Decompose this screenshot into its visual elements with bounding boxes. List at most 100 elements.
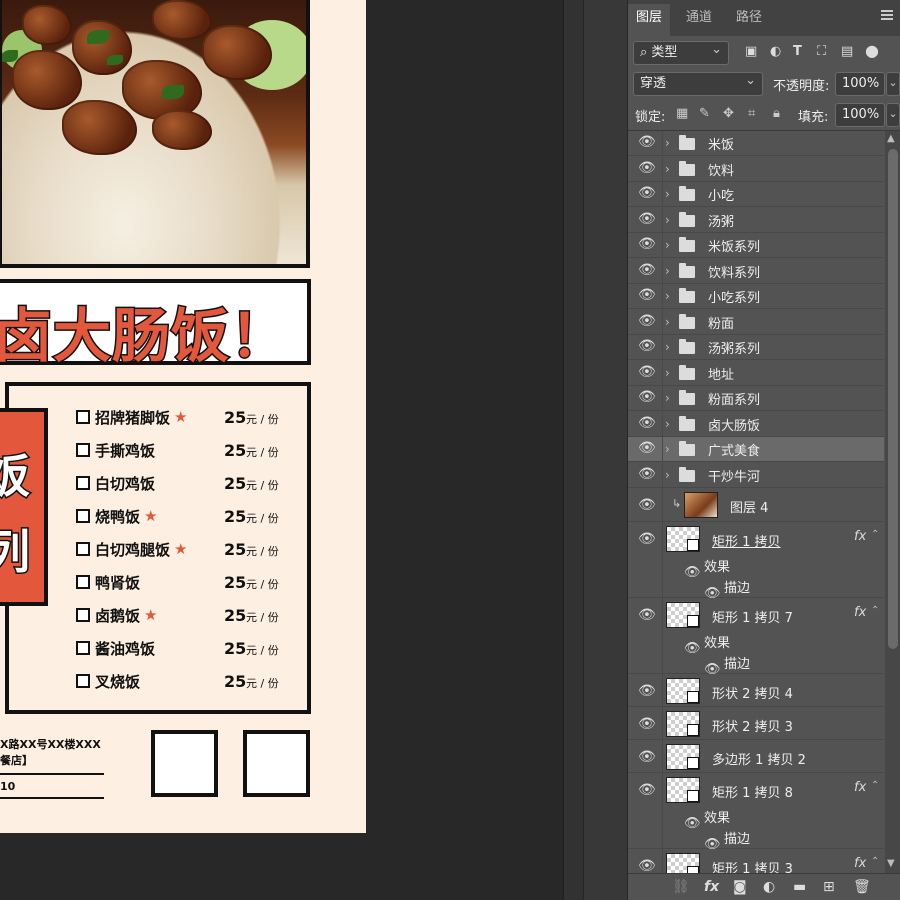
effects-row[interactable]: 👁︎ 效果 xyxy=(628,556,884,580)
visibility-eye-icon[interactable]: 👁︎ xyxy=(638,466,656,482)
visibility-eye-icon[interactable]: 👁︎ xyxy=(638,287,656,303)
layer-group-row[interactable]: 👁︎ › 卤大肠饭 xyxy=(628,411,884,437)
chevron-right-icon[interactable]: › xyxy=(665,238,670,252)
chevron-right-icon[interactable]: › xyxy=(665,391,670,405)
layer-group-row[interactable]: 👁︎ › 粉面 xyxy=(628,309,884,335)
chevron-right-icon[interactable]: › xyxy=(665,366,670,380)
tab-paths[interactable]: 路径 xyxy=(728,4,770,36)
panel-menu-icon[interactable] xyxy=(881,10,893,20)
layer-group-row[interactable]: 👁︎ › 干炒牛河 xyxy=(628,462,884,488)
layer-group-row[interactable]: 👁︎ › 广式美食 xyxy=(628,437,884,462)
layer-group-row[interactable]: 👁︎ › 小吃系列 xyxy=(628,284,884,309)
new-layer-icon[interactable]: ⊞ xyxy=(823,879,835,895)
visibility-eye-icon[interactable]: 👁︎ xyxy=(638,716,656,732)
layer-row[interactable]: 👁︎ 矩形 1 拷贝 3 fx ⌃ xyxy=(628,849,884,873)
layer-group-row[interactable]: 👁︎ › 米饭系列 xyxy=(628,233,884,258)
fx-icon[interactable]: fx xyxy=(854,605,866,620)
layer-row[interactable]: 👁︎ 矩形 1 拷贝 fx ⌃ 👁︎ 效果 👁︎ 描边 xyxy=(628,522,884,601)
opacity-dropdown-icon[interactable]: ⌄ xyxy=(886,72,900,96)
collapse-effects-icon[interactable]: ⌃ xyxy=(871,605,879,616)
link-layers-icon[interactable]: ⛓ xyxy=(672,879,690,895)
filter-kind-select[interactable]: ⌕ 类型 xyxy=(633,39,729,65)
chevron-right-icon[interactable]: › xyxy=(665,468,670,482)
chevron-right-icon[interactable]: › xyxy=(665,340,670,354)
lock-transparent-icon[interactable]: ▦ xyxy=(676,106,688,121)
layer-row[interactable]: 👁︎ 形状 2 拷贝 4 xyxy=(628,674,884,707)
collapse-effects-icon[interactable]: ⌃ xyxy=(871,856,879,867)
visibility-eye-icon[interactable]: 👁︎ xyxy=(638,858,656,873)
lock-all-icon[interactable]: 🔒︎ xyxy=(773,106,780,121)
layer-group-row[interactable]: 👁︎ › 汤粥 xyxy=(628,207,884,233)
visibility-eye-icon[interactable]: 👁︎ xyxy=(638,497,656,513)
layers-list[interactable]: 👁︎ › 米饭 👁︎ › 饮料 👁︎ › 小吃 👁︎ › 汤粥 👁︎ › 米饭系列 👁︎ › 饮料系列 👁︎ › 小吃系… xyxy=(628,131,884,873)
layer-row[interactable]: 👁︎ 形状 2 拷贝 3 xyxy=(628,707,884,740)
visibility-eye-icon[interactable]: 👁︎ xyxy=(638,185,656,201)
layer-group-row[interactable]: 👁︎ › 汤粥系列 xyxy=(628,335,884,360)
visibility-eye-icon[interactable]: 👁︎ xyxy=(638,683,656,699)
fill-dropdown-icon[interactable]: ⌄ xyxy=(886,103,900,127)
layer-group-row[interactable]: 👁︎ › 粉面系列 xyxy=(628,386,884,411)
scroll-up-icon[interactable]: ▲ xyxy=(887,133,895,144)
visibility-eye-icon[interactable]: 👁︎ xyxy=(638,338,656,354)
document-canvas[interactable]: 卤大肠饭！ 饭 列 招牌猪脚饭 ★ 25 元 / 份手撕鸡饭 25 元 / 份白切鸡饭 25… xyxy=(0,0,366,833)
chevron-right-icon[interactable]: › xyxy=(665,162,670,176)
visibility-eye-icon[interactable]: 👁︎ xyxy=(638,440,656,456)
effects-row[interactable]: 👁︎ 效果 xyxy=(628,807,884,831)
tab-layers[interactable]: 图层 xyxy=(628,4,671,36)
chevron-right-icon[interactable]: › xyxy=(665,264,670,278)
layer-row[interactable]: 👁︎ 矩形 1 拷贝 7 fx ⌃ 👁︎ 效果 👁︎ 描边 xyxy=(628,598,884,677)
chevron-right-icon[interactable]: › xyxy=(665,136,670,150)
canvas-area[interactable]: 卤大肠饭！ 饭 列 招牌猪脚饭 ★ 25 元 / 份手撕鸡饭 25 元 / 份白切鸡饭 25… xyxy=(0,0,563,900)
delete-layer-icon[interactable]: 🗑︎ xyxy=(853,879,871,895)
type-filter-icon[interactable]: T xyxy=(793,44,802,59)
chevron-right-icon[interactable]: › xyxy=(665,187,670,201)
shape-filter-icon[interactable]: ⛶ xyxy=(817,44,826,59)
effect-stroke-row[interactable]: 👁︎ 描边 xyxy=(628,577,884,601)
add-style-icon[interactable]: fx xyxy=(704,879,719,895)
collapse-effects-icon[interactable]: ⌃ xyxy=(871,529,879,540)
opacity-input[interactable]: 100% xyxy=(835,72,885,96)
image-filter-icon[interactable]: ▣ xyxy=(745,44,757,59)
visibility-eye-icon[interactable]: 👁︎ xyxy=(638,749,656,765)
new-group-icon[interactable]: ▬ xyxy=(793,879,806,895)
visibility-eye-icon[interactable]: 👁︎ xyxy=(638,134,656,150)
lock-move-icon[interactable]: ✥ xyxy=(723,106,734,121)
tab-channels[interactable]: 通道 xyxy=(678,4,720,36)
layer-row[interactable]: 👁︎ 多边形 1 拷贝 2 xyxy=(628,740,884,773)
visibility-eye-icon[interactable]: 👁︎ xyxy=(638,364,656,380)
visibility-eye-icon[interactable]: 👁︎ xyxy=(638,262,656,278)
effects-row[interactable]: 👁︎ 效果 xyxy=(628,632,884,656)
fx-icon[interactable]: fx xyxy=(854,856,866,871)
visibility-eye-icon[interactable]: 👁︎ xyxy=(638,531,656,547)
smart-object-filter-icon[interactable]: ▤ xyxy=(841,44,853,59)
blend-mode-select[interactable]: 穿透 xyxy=(633,70,763,96)
layer-group-row[interactable]: 👁︎ › 饮料 xyxy=(628,156,884,182)
layer-group-row[interactable]: 👁︎ › 地址 xyxy=(628,360,884,386)
layers-scrollbar[interactable]: ▲ ▼ xyxy=(885,131,900,873)
adjustment-filter-icon[interactable]: ◐ xyxy=(770,44,781,59)
chevron-right-icon[interactable]: › xyxy=(665,442,670,456)
visibility-eye-icon[interactable]: 👁︎ xyxy=(638,607,656,623)
visibility-eye-icon[interactable]: 👁︎ xyxy=(638,782,656,798)
effect-stroke-row[interactable]: 👁︎ 描边 xyxy=(628,653,884,677)
visibility-eye-icon[interactable]: 👁︎ xyxy=(638,160,656,176)
filter-toggle-icon[interactable]: ● xyxy=(865,41,879,60)
visibility-eye-icon[interactable]: 👁︎ xyxy=(638,236,656,252)
layer-row-image[interactable]: 👁︎ ↳ 图层 4 xyxy=(628,488,884,522)
scroll-down-icon[interactable]: ▼ xyxy=(887,858,895,869)
visibility-eye-icon[interactable]: 👁︎ xyxy=(638,415,656,431)
fx-icon[interactable]: fx xyxy=(854,780,866,795)
fill-input[interactable]: 100% xyxy=(835,103,885,127)
chevron-right-icon[interactable]: › xyxy=(665,289,670,303)
effect-stroke-row[interactable]: 👁︎ 描边 xyxy=(628,828,884,852)
fx-icon[interactable]: fx xyxy=(854,529,866,544)
collapse-effects-icon[interactable]: ⌃ xyxy=(871,780,879,791)
layer-group-row[interactable]: 👁︎ › 小吃 xyxy=(628,182,884,207)
scroll-thumb[interactable] xyxy=(888,149,898,649)
chevron-right-icon[interactable]: › xyxy=(665,315,670,329)
chevron-right-icon[interactable]: › xyxy=(665,213,670,227)
visibility-eye-icon[interactable]: 👁︎ xyxy=(638,211,656,227)
lock-artboard-icon[interactable]: ⌗ xyxy=(748,106,755,121)
layer-group-row[interactable]: 👁︎ › 饮料系列 xyxy=(628,258,884,284)
visibility-eye-icon[interactable]: 👁︎ xyxy=(638,389,656,405)
